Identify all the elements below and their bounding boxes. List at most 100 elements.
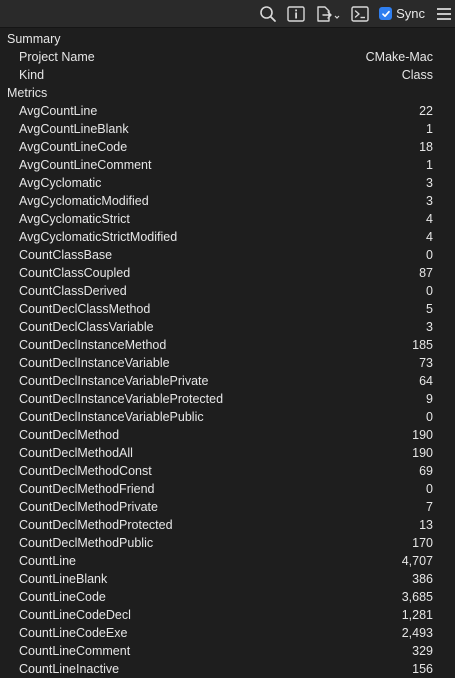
metric-value: 1,281 <box>401 608 433 622</box>
metric-value: 2,493 <box>401 626 433 640</box>
metric-row[interactable]: CountDeclInstanceVariablePrivate 64 <box>0 372 455 390</box>
metric-row[interactable]: CountLineCodeExe 2,493 <box>0 624 455 642</box>
metric-value: CMake-Mac <box>365 50 433 64</box>
metric-row[interactable]: CountLineCode 3,685 <box>0 588 455 606</box>
metric-label: CountDeclMethodPrivate <box>19 500 158 514</box>
metric-value: 9 <box>426 392 433 406</box>
metric-row[interactable]: AvgCountLineComment 1 <box>0 156 455 174</box>
sync-checkbox[interactable] <box>379 7 393 20</box>
metric-row[interactable]: AvgCyclomaticModified 3 <box>0 192 455 210</box>
metric-value: 64 <box>419 374 433 388</box>
metric-label: CountDeclMethodProtected <box>19 518 173 532</box>
metric-label: AvgCyclomaticModified <box>19 194 149 208</box>
metric-label: CountLineInactive <box>19 662 120 676</box>
metrics-list: Summary Project Name CMake-Mac Kind Class Met… <box>0 28 455 678</box>
metric-row[interactable]: CountDeclMethodPublic 170 <box>0 534 455 552</box>
metric-value: 13 <box>419 518 433 532</box>
metric-value: Class <box>401 68 433 82</box>
info-icon[interactable] <box>287 0 305 28</box>
metric-label: CountDeclClassMethod <box>19 302 151 316</box>
metric-label: CountDeclMethod <box>19 428 120 442</box>
section-title: Metrics <box>7 86 48 100</box>
metric-value: 4,707 <box>401 554 433 568</box>
metric-label: CountLineBlank <box>19 572 108 586</box>
metric-value: 22 <box>419 104 433 118</box>
section-title: Summary <box>7 32 61 46</box>
metric-label: CountDeclInstanceVariablePrivate <box>19 374 209 388</box>
metric-value: 73 <box>419 356 433 370</box>
section-header[interactable]: Summary <box>0 30 455 48</box>
metric-value: 190 <box>412 428 433 442</box>
metric-row[interactable]: CountDeclInstanceVariablePublic 0 <box>0 408 455 426</box>
metric-row[interactable]: AvgCyclomaticStrictModified 4 <box>0 228 455 246</box>
sync-toggle[interactable]: Sync <box>379 6 425 21</box>
metric-label: CountClassCoupled <box>19 266 131 280</box>
metric-label: Kind <box>19 68 45 82</box>
metric-row[interactable]: CountDeclInstanceVariableProtected 9 <box>0 390 455 408</box>
metric-label: CountLineCodeDecl <box>19 608 131 622</box>
metric-value: 329 <box>412 644 433 658</box>
metric-value: 4 <box>426 230 433 244</box>
metric-value: 0 <box>426 410 433 424</box>
sync-label: Sync <box>396 6 425 21</box>
metric-value: 0 <box>426 482 433 496</box>
metric-value: 69 <box>419 464 433 478</box>
metric-row[interactable]: CountDeclMethodAll 190 <box>0 444 455 462</box>
metric-row[interactable]: AvgCountLineCode 18 <box>0 138 455 156</box>
metric-label: AvgCyclomaticStrictModified <box>19 230 178 244</box>
metric-value: 185 <box>412 338 433 352</box>
metric-row[interactable]: AvgCyclomaticStrict 4 <box>0 210 455 228</box>
metric-label: AvgCountLineBlank <box>19 122 129 136</box>
metric-label: CountDeclInstanceVariableProtected <box>19 392 224 406</box>
metric-label: CountDeclMethodConst <box>19 464 152 478</box>
toolbar: Sync <box>0 0 455 28</box>
metric-row[interactable]: CountLine 4,707 <box>0 552 455 570</box>
metric-value: 170 <box>412 536 433 550</box>
metric-label: CountLineCode <box>19 590 106 604</box>
metric-row[interactable]: AvgCountLineBlank 1 <box>0 120 455 138</box>
metric-row[interactable]: CountLineComment 329 <box>0 642 455 660</box>
metric-label: CountClassBase <box>19 248 113 262</box>
metric-row[interactable]: CountDeclMethodPrivate 7 <box>0 498 455 516</box>
metric-label: AvgCyclomaticStrict <box>19 212 130 226</box>
metric-row[interactable]: CountDeclClassMethod 5 <box>0 300 455 318</box>
metric-label: AvgCyclomatic <box>19 176 102 190</box>
search-icon[interactable] <box>259 0 277 28</box>
metric-value: 1 <box>426 122 433 136</box>
metric-row[interactable]: CountDeclMethod 190 <box>0 426 455 444</box>
section-header[interactable]: Metrics <box>0 84 455 102</box>
metric-row[interactable]: CountLineInactive 156 <box>0 660 455 678</box>
metric-value: 3 <box>426 176 433 190</box>
metric-value: 190 <box>412 446 433 460</box>
metric-row[interactable]: CountClassBase 0 <box>0 246 455 264</box>
metric-value: 87 <box>419 266 433 280</box>
metric-row[interactable]: CountDeclInstanceVariable 73 <box>0 354 455 372</box>
metric-row[interactable]: CountDeclMethodConst 69 <box>0 462 455 480</box>
metric-label: AvgCountLine <box>19 104 98 118</box>
metric-label: AvgCountLineComment <box>19 158 152 172</box>
metric-row[interactable]: AvgCyclomatic 3 <box>0 174 455 192</box>
metric-label: CountDeclInstanceVariablePublic <box>19 410 204 424</box>
metric-value: 3 <box>426 194 433 208</box>
terminal-icon[interactable] <box>351 0 369 28</box>
metric-label: CountDeclInstanceMethod <box>19 338 167 352</box>
menu-icon[interactable] <box>435 0 453 28</box>
metric-row[interactable]: CountDeclClassVariable 3 <box>0 318 455 336</box>
export-icon[interactable] <box>315 0 341 28</box>
metric-label: CountDeclMethodFriend <box>19 482 155 496</box>
metric-row[interactable]: CountDeclInstanceMethod 185 <box>0 336 455 354</box>
metric-value: 3 <box>426 320 433 334</box>
metric-row[interactable]: CountClassDerived 0 <box>0 282 455 300</box>
metric-row[interactable]: CountDeclMethodFriend 0 <box>0 480 455 498</box>
metric-label: CountDeclMethodPublic <box>19 536 154 550</box>
metric-row[interactable]: AvgCountLine 22 <box>0 102 455 120</box>
metric-value: 156 <box>412 662 433 676</box>
metric-row[interactable]: CountLineBlank 386 <box>0 570 455 588</box>
metric-row[interactable]: Project Name CMake-Mac <box>0 48 455 66</box>
metric-row[interactable]: CountLineCodeDecl 1,281 <box>0 606 455 624</box>
metric-value: 5 <box>426 302 433 316</box>
metric-row[interactable]: CountClassCoupled 87 <box>0 264 455 282</box>
metric-row[interactable]: Kind Class <box>0 66 455 84</box>
metric-row[interactable]: CountDeclMethodProtected 13 <box>0 516 455 534</box>
metric-value: 1 <box>426 158 433 172</box>
